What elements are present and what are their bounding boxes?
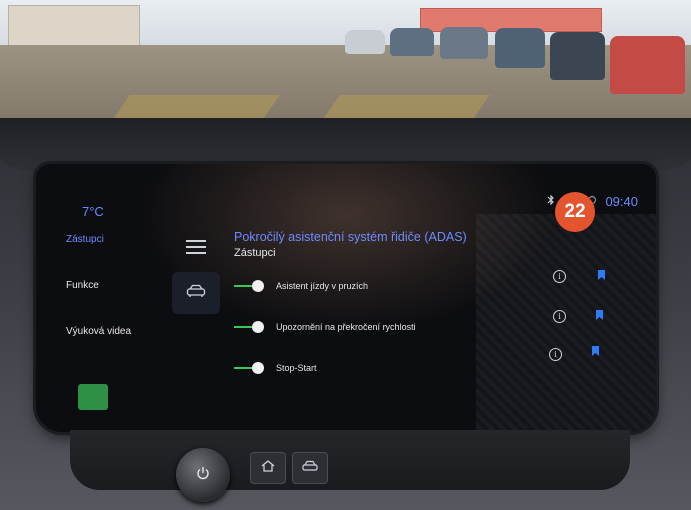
- page-subtitle: Zástupci: [234, 247, 276, 259]
- volume-knob[interactable]: [176, 448, 230, 502]
- car-icon: [302, 459, 318, 477]
- bookmark-icon[interactable]: [598, 270, 605, 280]
- temperature-display: 7°C: [82, 204, 104, 219]
- info-icon[interactable]: i: [549, 348, 562, 361]
- parked-car: [345, 30, 385, 54]
- page-title: Pokročilý asistenční systém řidiče (ADAS…: [234, 230, 467, 244]
- counter-badge: 22: [555, 192, 595, 232]
- center-console: [70, 430, 630, 490]
- carbon-texture: [476, 214, 656, 432]
- parked-car: [440, 27, 488, 59]
- bookmark-icon[interactable]: [596, 310, 603, 320]
- parked-car: [610, 36, 685, 94]
- hamburger-line: [186, 252, 206, 254]
- bookmark-icon[interactable]: [592, 346, 599, 356]
- lane-assist-toggle[interactable]: [234, 279, 264, 293]
- info-icon[interactable]: i: [553, 270, 566, 283]
- home-icon: [261, 459, 275, 477]
- car-icon: [186, 284, 206, 303]
- setting-row-lane-assist: Asistent jízdy v pruzích: [234, 276, 368, 296]
- info-icon[interactable]: i: [553, 310, 566, 323]
- bluetooth-icon: [547, 194, 555, 209]
- setting-row-speed-warning: Upozornění na překročení rychlosti: [234, 317, 416, 337]
- parked-car: [390, 28, 434, 56]
- menu-button[interactable]: [186, 240, 206, 254]
- sidebar-item-tutorial-videos[interactable]: Výuková videa: [66, 326, 176, 337]
- setting-label: Upozornění na překročení rychlosti: [276, 322, 416, 332]
- vehicle-button[interactable]: [172, 272, 220, 314]
- app-shortcut-button[interactable]: [78, 384, 108, 410]
- home-button[interactable]: [250, 452, 286, 484]
- parked-car: [550, 32, 605, 80]
- setting-row-stop-start: Stop-Start: [234, 358, 317, 378]
- speed-warning-toggle[interactable]: [234, 320, 264, 334]
- parked-car: [495, 28, 545, 68]
- stop-start-toggle[interactable]: [234, 361, 264, 375]
- setting-label: Asistent jízdy v pruzích: [276, 281, 369, 291]
- toggle-knob: [252, 280, 264, 292]
- vehicle-hw-button[interactable]: [292, 452, 328, 484]
- setting-label: Stop-Start: [276, 363, 317, 373]
- toggle-knob: [252, 321, 264, 333]
- sidebar-item-shortcuts[interactable]: Zástupci: [66, 234, 176, 245]
- clock: 09:40: [605, 194, 638, 209]
- power-icon: [196, 466, 210, 485]
- hamburger-line: [186, 240, 206, 242]
- sidebar-item-functions[interactable]: Funkce: [66, 280, 176, 291]
- hamburger-line: [186, 246, 206, 248]
- sidebar: Zástupci Funkce Výuková videa: [66, 234, 176, 372]
- toggle-knob: [252, 362, 264, 374]
